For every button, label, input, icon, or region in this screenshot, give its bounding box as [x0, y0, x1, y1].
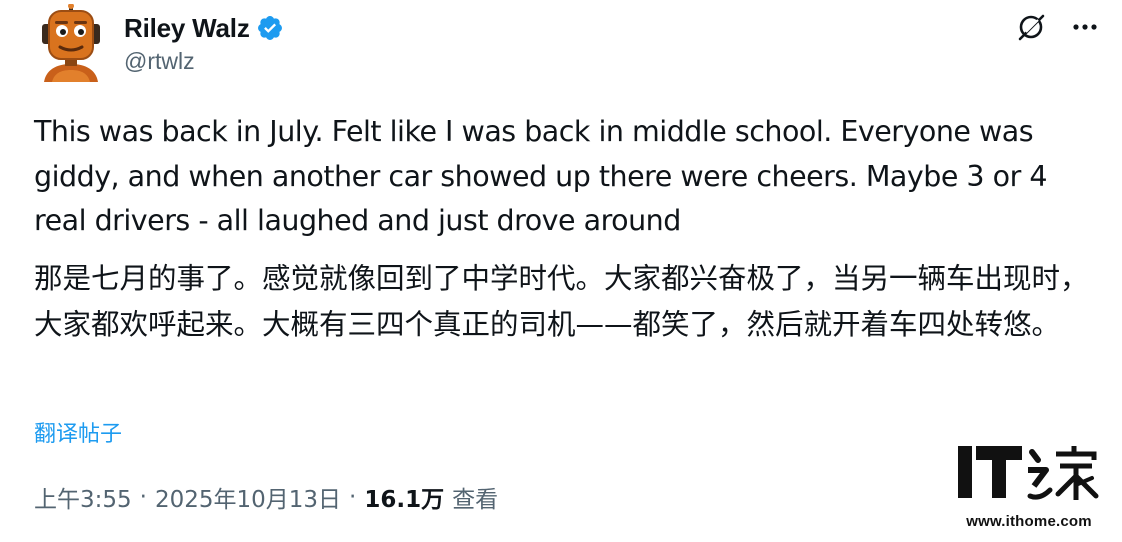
tweet-header: Riley Walz @rtwlz [34, 2, 1102, 86]
views-count[interactable]: 16.1万 [364, 480, 444, 514]
tweet-meta: 上午3:55 · 2025年10月13日 · 16.1万 查看 [34, 480, 498, 514]
ithome-logo-icon [958, 446, 1099, 500]
more-icon[interactable] [1068, 10, 1102, 44]
meta-separator: · [139, 484, 147, 510]
watermark-url: www.ithome.com [966, 513, 1092, 530]
display-name[interactable]: Riley Walz [124, 13, 250, 44]
verified-badge-icon[interactable] [256, 14, 284, 42]
robot-avatar-icon [42, 3, 100, 82]
tweet-time[interactable]: 上午3:55 [34, 480, 132, 514]
ithome-watermark-logo: www.ithome.com [954, 438, 1104, 534]
author-info: Riley Walz @rtwlz [124, 12, 284, 75]
tweet-date[interactable]: 2025年10月13日 [155, 480, 341, 514]
views-label[interactable]: 查看 [452, 480, 498, 514]
translate-post-link[interactable]: 翻译帖子 [34, 416, 122, 448]
name-row: Riley Walz [124, 12, 284, 44]
tweet-text-english: This was back in July. Felt like I was b… [34, 115, 1047, 237]
grok-icon[interactable] [1014, 10, 1048, 44]
tweet-card: Riley Walz @rtwlz This was back in July.… [0, 0, 1122, 542]
avatar[interactable] [38, 3, 104, 82]
meta-separator: · [349, 484, 357, 510]
tweet-text-translated: 那是七月的事了。感觉就像回到了中学时代。大家都兴奋极了，当另一辆车出现时，大家都… [34, 262, 1089, 341]
header-actions [1014, 10, 1102, 44]
handle[interactable]: @rtwlz [124, 48, 284, 75]
